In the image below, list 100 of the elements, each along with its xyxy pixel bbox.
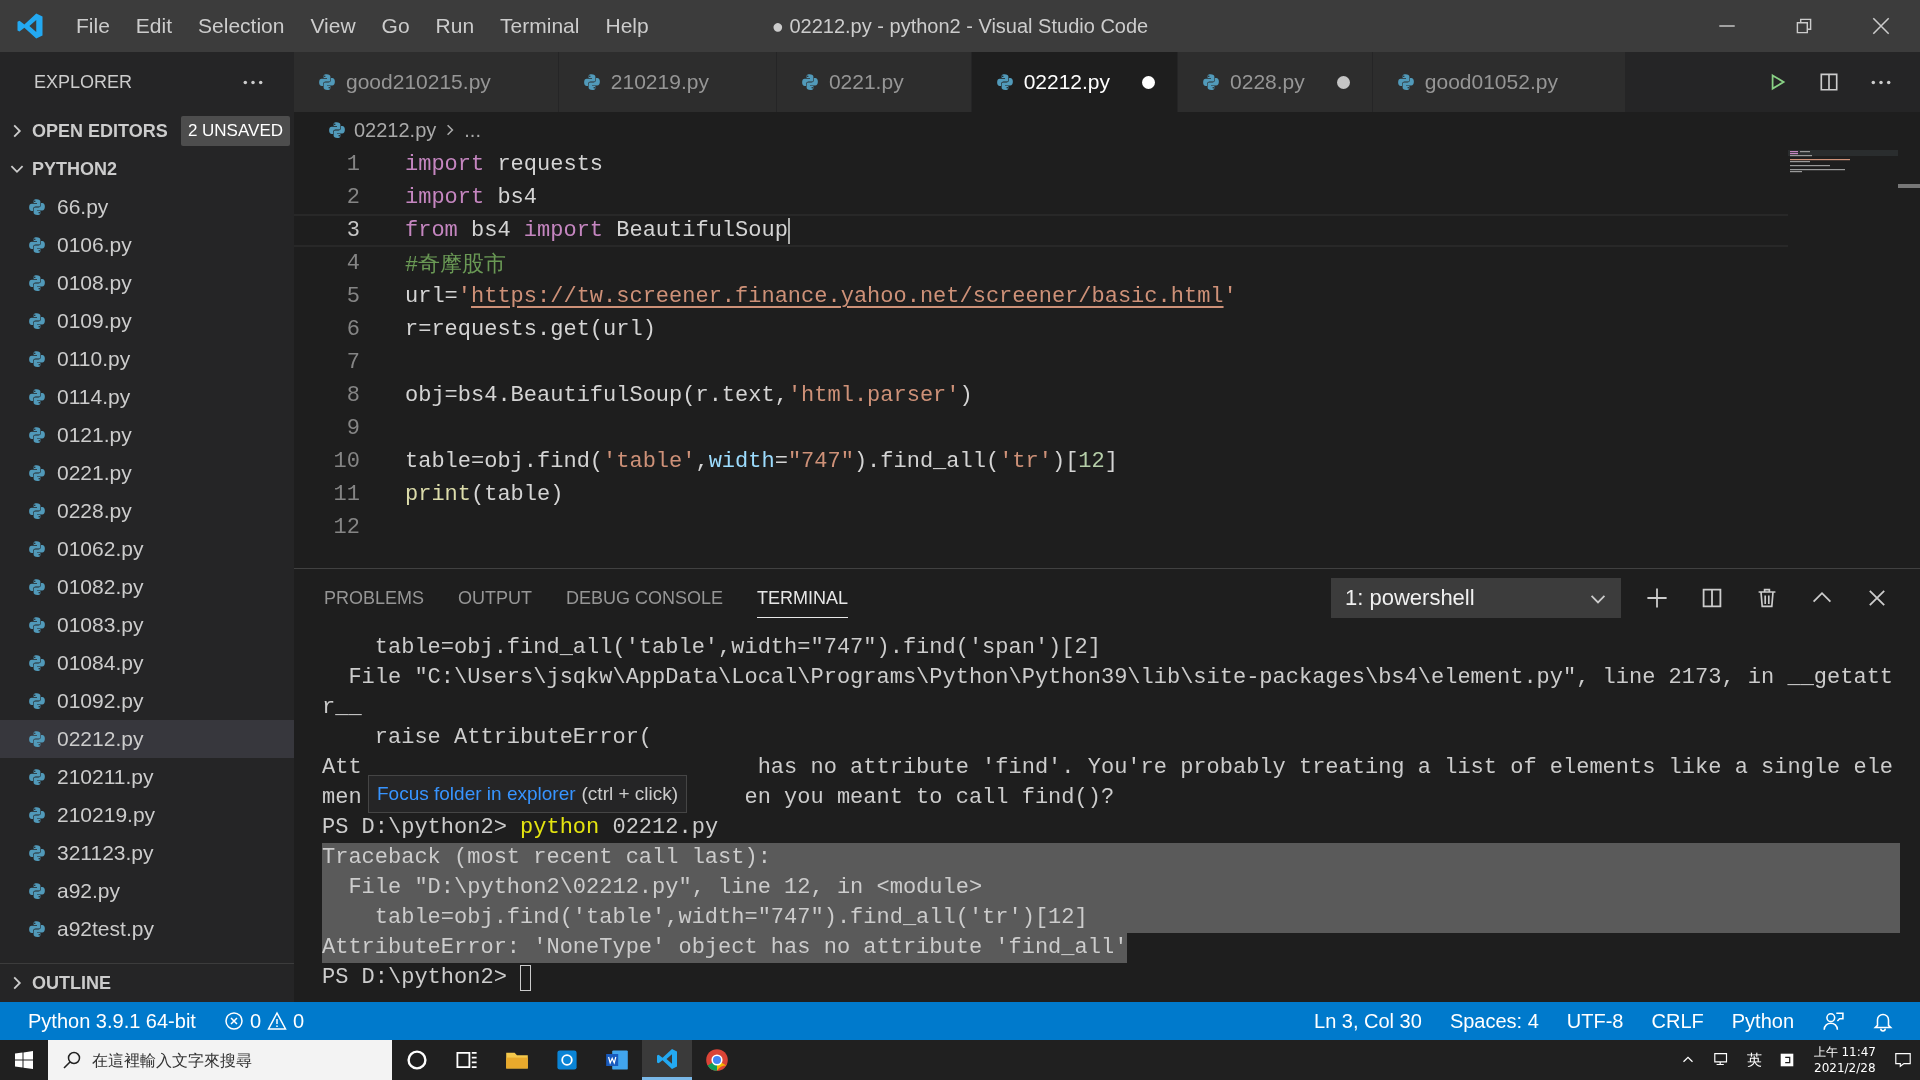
menu-item[interactable]: Run — [422, 14, 488, 38]
terminal-select[interactable]: 1: powershell — [1331, 578, 1621, 618]
terminal-line: en you meant to call find()? — [744, 784, 1115, 812]
clock-time[interactable]: 上午 11:47 — [1813, 1044, 1876, 1060]
python-file-icon — [28, 768, 46, 786]
app-logo-icon — [15, 11, 45, 41]
explorer-entry[interactable]: 0121.py — [0, 416, 294, 454]
terminal-line: File "C:\Users\jsqkw\AppData\Local\Programs\Python\Python39\lib\site-packages\bs4\element.py", line 2173, in __getatt — [347, 664, 1894, 692]
status-item[interactable]: Ln 3, Col 30 — [1300, 1009, 1436, 1033]
explorer-entry[interactable]: 0110.py — [0, 340, 294, 378]
python-file-icon — [28, 350, 46, 368]
menu-item[interactable]: File — [63, 14, 123, 38]
warning-icon — [267, 1011, 287, 1031]
notification-icon[interactable] — [1894, 1051, 1912, 1069]
line-number: 9 — [345, 416, 360, 441]
explorer-entry[interactable]: 321123.py — [0, 834, 294, 872]
open-editors-header[interactable]: OPEN EDITORS 2 UNSAVED — [0, 112, 294, 150]
line-number: 5 — [345, 284, 360, 309]
explorer-entry[interactable]: 0108.py — [0, 264, 294, 302]
explorer-entry[interactable]: 210219.py — [0, 796, 294, 834]
line-number: 8 — [345, 383, 360, 408]
error-count: 0 — [249, 1009, 261, 1033]
tooltip-link[interactable]: Focus folder in explorer — [377, 783, 576, 805]
explorer-entry[interactable]: 210211.py — [0, 758, 294, 796]
input-method-indicator[interactable]: 英 — [1746, 1050, 1762, 1070]
feedback-icon[interactable] — [1822, 1010, 1844, 1032]
menu-item[interactable]: Selection — [185, 14, 298, 38]
explorer-entry[interactable]: 01083.py — [0, 606, 294, 644]
breadcrumb-symbol[interactable]: ... — [464, 118, 481, 142]
explorer-entry[interactable]: 01082.py — [0, 568, 294, 606]
python-file-icon — [800, 73, 819, 91]
menu-item[interactable]: Go — [368, 14, 423, 38]
problems-status[interactable]: 0 0 — [209, 1009, 319, 1033]
menu-item[interactable]: Terminal — [487, 14, 593, 38]
python-file-icon — [28, 388, 46, 406]
explorer-entry[interactable]: 0221.py — [0, 454, 294, 492]
editor-tab[interactable]: 0221.py — [776, 52, 972, 112]
editor-tab[interactable]: good01052.py — [1372, 52, 1626, 112]
python-file-icon — [28, 274, 46, 292]
explorer-entry[interactable]: 66.py — [0, 188, 294, 226]
python-file-icon — [328, 121, 346, 139]
panel-tab[interactable]: TERMINAL — [757, 578, 849, 618]
explorer-entry[interactable]: 01084.py — [0, 644, 294, 682]
panel-tab[interactable]: PROBLEMS — [324, 578, 425, 618]
explorer-entry[interactable]: 02212.py — [0, 720, 294, 758]
explorer-entry[interactable]: 0228.py — [0, 492, 294, 530]
python-file-icon — [318, 73, 336, 91]
python-file-icon — [28, 578, 46, 596]
explorer-entry[interactable]: 01092.py — [0, 682, 294, 720]
explorer-entry[interactable]: a92.py — [0, 872, 294, 910]
code-line: table=obj.find('table',width="747").find_all('tr')[12] — [405, 449, 1118, 474]
editor-tab[interactable]: 02212.py — [971, 52, 1179, 112]
python-file-icon — [28, 920, 46, 938]
error-icon — [223, 1011, 244, 1031]
status-item[interactable]: Spaces: 4 — [1435, 1009, 1553, 1033]
warning-count: 0 — [293, 1009, 305, 1033]
explorer-entry[interactable]: 0109.py — [0, 302, 294, 340]
taskbar-search-field[interactable]: 在這裡輸入文字來搜尋 — [48, 1040, 392, 1080]
line-number: 10 — [332, 449, 360, 474]
editor-tab[interactable]: 0228.py — [1178, 52, 1373, 112]
terminal-line: PS D:\python2> python 02212.py — [322, 814, 719, 842]
terminal-line: r__ — [322, 694, 362, 722]
line-number: 6 — [345, 317, 360, 342]
explorer-entry[interactable]: a92test.py — [0, 910, 294, 948]
clock-date[interactable]: 2021/2/28 — [1814, 1060, 1876, 1076]
status-item[interactable]: CRLF — [1637, 1009, 1718, 1033]
unsaved-badge: 2 UNSAVED — [180, 116, 290, 146]
line-number: 4 — [345, 251, 360, 276]
line-number: 1 — [345, 152, 360, 177]
panel-tab[interactable]: DEBUG CONSOLE — [566, 578, 724, 618]
explorer-entry[interactable]: 01062.py — [0, 530, 294, 568]
terminal-line: has no attribute 'find'. You're probably treating a list of elements like a single ele — [756, 754, 1894, 782]
folder-header[interactable]: PYTHON2 — [0, 150, 294, 188]
explorer-entry[interactable]: 0114.py — [0, 378, 294, 416]
code-line: url='https://tw.screener.finance.yahoo.net/screener/basic.html' — [405, 284, 1237, 309]
split-terminal-icon[interactable] — [1700, 586, 1724, 610]
explorer-entry[interactable]: 0106.py — [0, 226, 294, 264]
python-file-icon — [28, 236, 46, 254]
status-item[interactable]: Python — [1717, 1009, 1808, 1033]
split-editor-icon[interactable] — [1818, 71, 1840, 93]
status-item[interactable]: UTF-8 — [1552, 1009, 1638, 1033]
interpreter-status[interactable]: Python 3.9.1 64-bit — [14, 1009, 210, 1033]
menu-item[interactable]: Edit — [122, 14, 186, 38]
more-icon[interactable] — [1870, 78, 1892, 86]
camera-app-icon — [555, 1048, 579, 1072]
panel-tab[interactable]: OUTPUT — [458, 578, 533, 618]
breadcrumb-file[interactable]: 02212.py — [354, 118, 437, 142]
line-number: 3 — [345, 218, 360, 243]
editor-tab[interactable]: good210215.py — [294, 52, 559, 112]
menu-item[interactable]: Help — [592, 14, 662, 38]
editor-tab[interactable]: 210219.py — [558, 52, 777, 112]
terminal-cursor-icon — [520, 965, 532, 991]
more-icon[interactable] — [242, 78, 264, 86]
scrollbar-icon[interactable] — [1898, 184, 1920, 188]
plus-icon[interactable] — [1645, 586, 1669, 610]
windows-logo-icon[interactable] — [14, 1050, 34, 1070]
terminal-line: raise AttributeError( — [373, 724, 653, 752]
menu-item[interactable]: View — [297, 14, 369, 38]
python-file-icon — [28, 198, 46, 216]
python-file-icon — [1396, 73, 1415, 91]
